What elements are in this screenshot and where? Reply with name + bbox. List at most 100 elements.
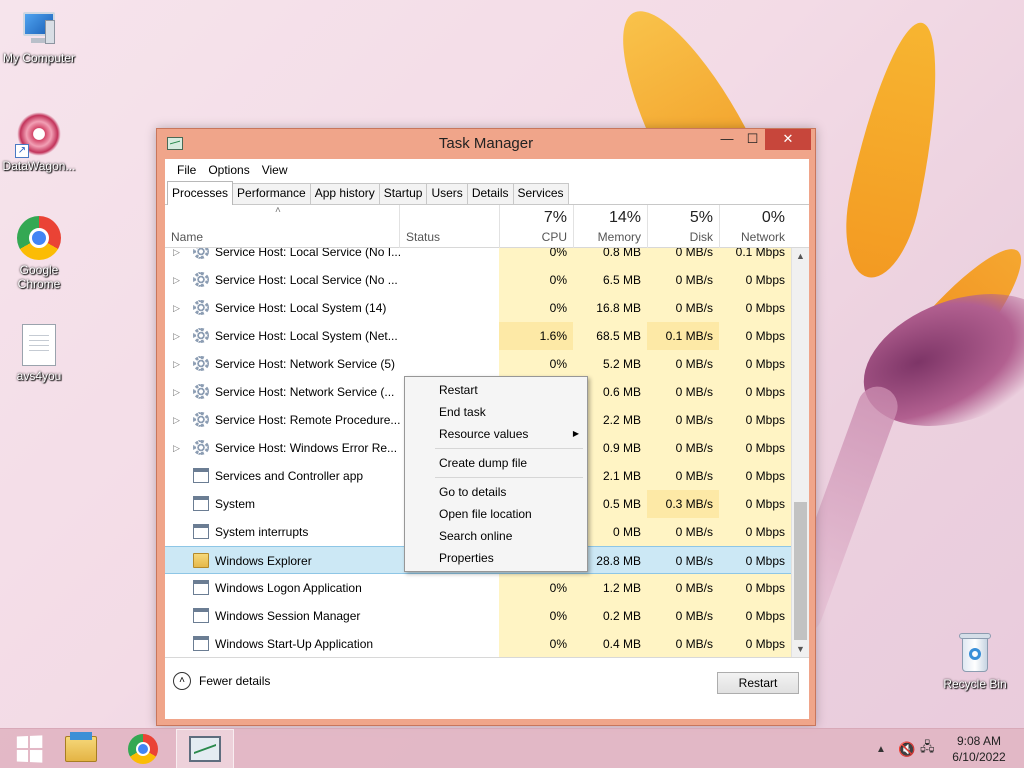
process-network: 0 Mbps	[719, 574, 791, 602]
datawagon-icon: ↗	[15, 112, 61, 158]
tab-details[interactable]: Details	[466, 183, 514, 204]
taskbar-task-manager[interactable]	[176, 729, 234, 768]
table-row[interactable]: Windows Start-Up Application 0% 0.4 MB 0 MB…	[165, 630, 791, 657]
start-button[interactable]	[0, 729, 58, 768]
table-row[interactable]: ▷ Service Host: Local System (Net... 1.6% 6…	[165, 322, 791, 350]
fewer-details-link[interactable]: ˄ Fewer details	[173, 672, 270, 690]
desktop-icon-datawagon[interactable]: ↗ DataWagon...	[0, 112, 78, 173]
tab-services[interactable]: Services	[512, 183, 569, 204]
menu-file[interactable]: File	[171, 163, 202, 177]
tab-startup[interactable]: Startup	[378, 183, 428, 204]
taskbar-file-explorer[interactable]	[52, 729, 110, 768]
context-menu-search-online[interactable]: Search online	[439, 525, 579, 547]
column-name-header[interactable]: ˄ Name	[165, 205, 399, 248]
context-menu-resource-values[interactable]: Resource values ▶	[439, 423, 579, 445]
scroll-thumb[interactable]	[794, 502, 807, 640]
file-explorer-icon	[65, 732, 97, 762]
table-row[interactable]: ▷ Service Host: Local System (14) 0% 16.8 M…	[165, 294, 791, 322]
network-icon[interactable]: 🖧	[920, 729, 935, 768]
table-row[interactable]: Windows Logon Application 0% 1.2 MB 0 MB/s 0…	[165, 574, 791, 602]
tab-users[interactable]: Users	[426, 183, 468, 204]
process-name: System interrupts	[215, 525, 309, 539]
table-row[interactable]: ▷ Service Host: Network Service (5) 0% 5.2 …	[165, 350, 791, 378]
network-total: 0%	[761, 209, 785, 226]
process-disk: 0 MB/s	[647, 574, 719, 602]
clock-date: 6/10/2022	[952, 750, 1006, 764]
tab-performance[interactable]: Performance	[232, 183, 311, 204]
table-row[interactable]: ▷ Service Host: Local Service (No ... 0% 6.…	[165, 266, 791, 294]
desktop-icon-recycle-bin[interactable]: Recycle Bin	[936, 630, 1014, 691]
restart-button[interactable]: Restart	[717, 672, 799, 694]
minimize-button[interactable]: —	[713, 129, 741, 150]
menu-options[interactable]: Options	[202, 163, 255, 177]
chrome-icon	[17, 216, 61, 260]
expand-chevron-icon[interactable]: ▷	[173, 248, 180, 266]
process-network: 0.1 Mbps	[719, 248, 791, 266]
process-disk: 0 MB/s	[647, 266, 719, 294]
process-network: 0 Mbps	[719, 434, 791, 462]
column-memory-header[interactable]: 14% Memory	[573, 205, 647, 248]
column-status-header[interactable]: Status	[399, 205, 499, 248]
process-network: 0 Mbps	[719, 462, 791, 490]
gear-icon	[193, 272, 209, 287]
expand-chevron-icon[interactable]: ▷	[173, 266, 180, 294]
memory-total: 14%	[608, 209, 641, 226]
chrome-icon	[128, 734, 158, 764]
process-disk: 0 MB/s	[647, 462, 719, 490]
desktop-icon-label: avs4you	[16, 369, 62, 383]
expand-chevron-icon[interactable]: ▷	[173, 406, 180, 434]
table-row[interactable]: Windows Session Manager 0% 0.2 MB 0 MB/s 0 M…	[165, 602, 791, 630]
submenu-arrow-icon: ▶	[572, 429, 579, 438]
vertical-scrollbar[interactable]: ▲ ▼	[791, 248, 809, 657]
expand-chevron-icon[interactable]: ▷	[173, 378, 180, 406]
process-network: 0 Mbps	[719, 350, 791, 378]
column-network-header[interactable]: 0% Network	[719, 205, 791, 248]
expand-chevron-icon[interactable]: ▷	[173, 350, 180, 378]
table-row[interactable]: ▷ Service Host: Local Service (No I... 0% 0…	[165, 248, 791, 266]
gear-icon	[193, 356, 209, 371]
close-button[interactable]: ✕	[765, 129, 811, 150]
process-cpu: 0%	[499, 630, 573, 657]
application-icon	[193, 496, 209, 511]
expand-chevron-icon[interactable]: ▷	[173, 434, 180, 462]
context-menu-end-task[interactable]: End task	[439, 401, 579, 423]
scroll-down-icon[interactable]: ▼	[792, 641, 809, 657]
tab-app-history[interactable]: App history	[309, 183, 380, 204]
desktop-icon-avs4you[interactable]: avs4you	[0, 324, 78, 383]
gear-icon	[193, 300, 209, 315]
scroll-up-icon[interactable]: ▲	[792, 248, 809, 264]
expand-chevron-icon[interactable]: ▷	[173, 294, 180, 322]
desktop-icon-google-chrome[interactable]: Google Chrome	[0, 216, 78, 291]
expand-chevron-icon[interactable]: ▷	[173, 322, 180, 350]
gear-icon	[193, 328, 209, 343]
process-network: 0 Mbps	[719, 406, 791, 434]
process-memory: 0.2 MB	[573, 602, 647, 630]
column-cpu-header[interactable]: 7% CPU	[499, 205, 573, 248]
taskbar-chrome[interactable]	[114, 729, 172, 768]
menu-view[interactable]: View	[256, 163, 294, 177]
document-icon	[22, 324, 56, 366]
computer-icon	[19, 10, 59, 48]
process-memory: 6.5 MB	[573, 266, 647, 294]
show-hidden-icons[interactable]: ▲	[876, 729, 886, 768]
desktop-icon-my-computer[interactable]: My Computer	[0, 10, 78, 65]
column-disk-header[interactable]: 5% Disk	[647, 205, 719, 248]
process-disk: 0 MB/s	[647, 378, 719, 406]
context-menu-properties[interactable]: Properties	[439, 547, 579, 569]
process-memory: 68.5 MB	[573, 322, 647, 350]
process-memory: 0.8 MB	[573, 248, 647, 266]
process-disk: 0 MB/s	[647, 248, 719, 266]
tab-processes[interactable]: Processes	[167, 181, 234, 205]
volume-muted-icon[interactable]: 🔇	[898, 729, 915, 768]
title-bar[interactable]: Task Manager — ☐ ✕	[157, 129, 815, 159]
context-menu-restart[interactable]: Restart	[439, 379, 579, 401]
clock[interactable]: 9:08 AM 6/10/2022	[944, 733, 1014, 765]
menu-bar: File Options View	[165, 159, 809, 181]
context-menu-create-dump-file[interactable]: Create dump file	[439, 452, 579, 474]
application-icon	[193, 636, 209, 651]
context-menu-open-file-location[interactable]: Open file location	[439, 503, 579, 525]
desktop-icon-label: Recycle Bin	[943, 677, 1007, 691]
maximize-button[interactable]: ☐	[739, 129, 766, 150]
application-icon	[193, 468, 209, 483]
context-menu-go-to-details[interactable]: Go to details	[439, 481, 579, 503]
